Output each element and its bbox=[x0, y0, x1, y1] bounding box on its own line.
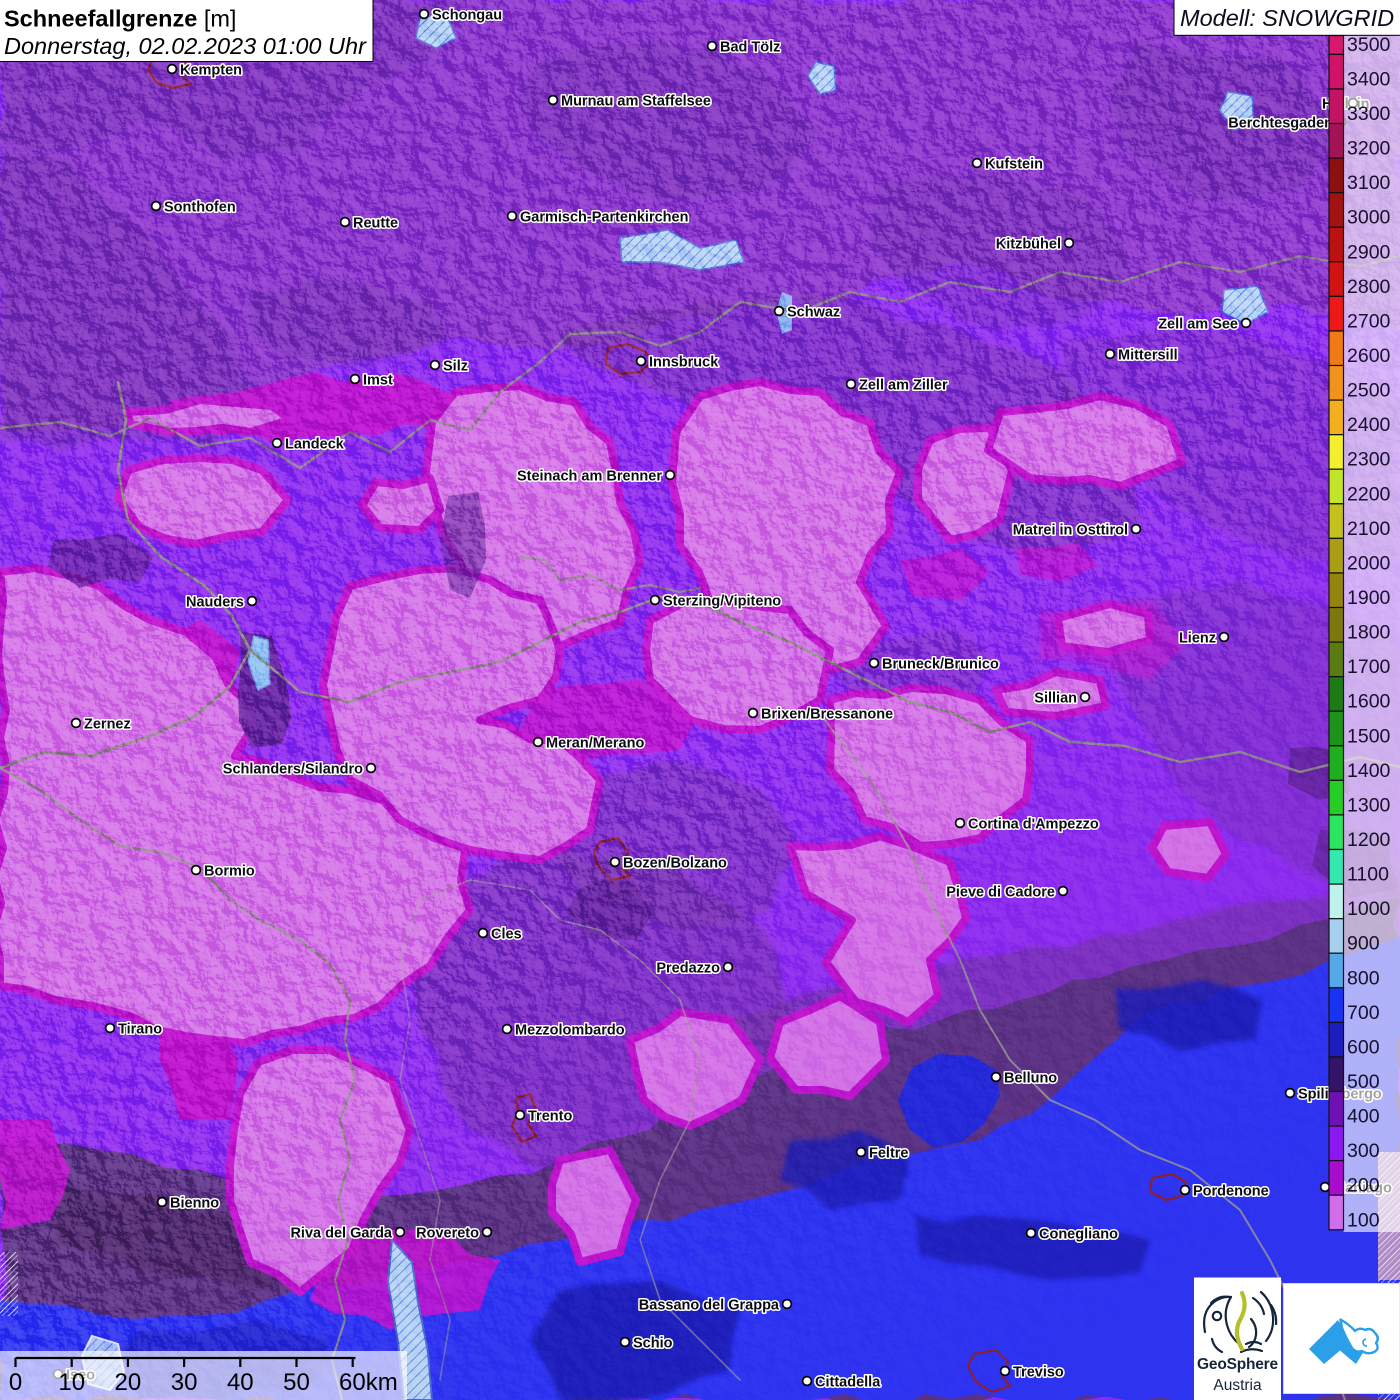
svg-text:Imst: Imst bbox=[363, 373, 393, 389]
svg-text:2200: 2200 bbox=[1347, 483, 1391, 505]
svg-text:Reutte: Reutte bbox=[353, 216, 398, 232]
svg-text:Bienno: Bienno bbox=[170, 1196, 219, 1212]
svg-text:100: 100 bbox=[1347, 1209, 1380, 1231]
svg-text:Schio: Schio bbox=[633, 1336, 673, 1352]
svg-text:Schongau: Schongau bbox=[432, 8, 502, 24]
svg-text:Zell am Ziller: Zell am Ziller bbox=[859, 378, 948, 394]
svg-text:Pieve di Cadore: Pieve di Cadore bbox=[946, 885, 1055, 901]
svg-text:2300: 2300 bbox=[1347, 449, 1391, 471]
svg-text:2600: 2600 bbox=[1347, 345, 1391, 367]
svg-text:Silz: Silz bbox=[443, 359, 468, 375]
svg-text:1000: 1000 bbox=[1347, 898, 1391, 920]
svg-text:Predazzo: Predazzo bbox=[656, 961, 720, 977]
svg-text:1500: 1500 bbox=[1347, 725, 1391, 747]
svg-text:Bozen/Bolzano: Bozen/Bolzano bbox=[623, 856, 727, 872]
svg-text:Sillian: Sillian bbox=[1034, 691, 1077, 707]
svg-text:Donnerstag, 02.02.2023 01:00 U: Donnerstag, 02.02.2023 01:00 Uhr bbox=[4, 33, 367, 59]
svg-text:3500: 3500 bbox=[1347, 34, 1391, 56]
svg-text:800: 800 bbox=[1347, 967, 1380, 989]
svg-text:Cittadella: Cittadella bbox=[815, 1375, 881, 1391]
svg-text:Cles: Cles bbox=[491, 927, 522, 943]
svg-text:Brixen/Bressanone: Brixen/Bressanone bbox=[761, 707, 893, 723]
svg-text:Mezzolombardo: Mezzolombardo bbox=[515, 1023, 625, 1039]
svg-text:Schlanders/Silandro: Schlanders/Silandro bbox=[223, 762, 363, 778]
svg-text:Murnau am Staffelsee: Murnau am Staffelsee bbox=[561, 94, 711, 110]
svg-text:3400: 3400 bbox=[1347, 69, 1391, 91]
svg-text:Sonthofen: Sonthofen bbox=[164, 200, 236, 216]
svg-text:Belluno: Belluno bbox=[1004, 1071, 1057, 1087]
svg-text:600: 600 bbox=[1347, 1036, 1380, 1058]
svg-text:1700: 1700 bbox=[1347, 656, 1391, 678]
svg-text:1300: 1300 bbox=[1347, 794, 1391, 816]
svg-text:3200: 3200 bbox=[1347, 138, 1391, 160]
svg-text:Kempten: Kempten bbox=[180, 63, 242, 79]
svg-text:2000: 2000 bbox=[1347, 553, 1391, 575]
svg-text:Conegliano: Conegliano bbox=[1039, 1227, 1118, 1243]
svg-text:400: 400 bbox=[1347, 1106, 1380, 1128]
svg-text:Kufstein: Kufstein bbox=[985, 157, 1043, 173]
svg-text:Rovereto: Rovereto bbox=[416, 1226, 479, 1242]
svg-text:3300: 3300 bbox=[1347, 103, 1391, 125]
svg-text:2500: 2500 bbox=[1347, 380, 1391, 402]
svg-text:Bassano del Grappa: Bassano del Grappa bbox=[639, 1298, 780, 1314]
svg-text:500: 500 bbox=[1347, 1071, 1380, 1093]
svg-text:Bormio: Bormio bbox=[204, 864, 255, 880]
svg-text:Treviso: Treviso bbox=[1013, 1365, 1064, 1381]
svg-text:10: 10 bbox=[58, 1369, 85, 1396]
svg-text:Steinach am Brenner: Steinach am Brenner bbox=[517, 469, 662, 485]
svg-text:30: 30 bbox=[171, 1369, 198, 1396]
svg-text:1900: 1900 bbox=[1347, 587, 1391, 609]
svg-text:1400: 1400 bbox=[1347, 760, 1391, 782]
svg-text:Berchtesgaden: Berchtesgaden bbox=[1228, 116, 1333, 132]
svg-text:Riva del Garda: Riva del Garda bbox=[290, 1226, 392, 1242]
svg-text:900: 900 bbox=[1347, 933, 1380, 955]
svg-text:Schwaz: Schwaz bbox=[787, 305, 840, 321]
svg-text:Garmisch-Partenkirchen: Garmisch-Partenkirchen bbox=[520, 210, 688, 226]
svg-text:Mittersill: Mittersill bbox=[1118, 348, 1178, 364]
svg-text:2800: 2800 bbox=[1347, 276, 1391, 298]
svg-text:Lienz: Lienz bbox=[1179, 631, 1216, 647]
svg-text:Austria: Austria bbox=[1213, 1377, 1262, 1394]
svg-text:Sterzing/Vipiteno: Sterzing/Vipiteno bbox=[663, 594, 781, 610]
svg-text:Bruneck/Brunico: Bruneck/Brunico bbox=[882, 657, 999, 673]
svg-text:50: 50 bbox=[283, 1369, 310, 1396]
svg-text:Cortina d'Ampezzo: Cortina d'Ampezzo bbox=[968, 817, 1099, 833]
svg-text:Nauders: Nauders bbox=[186, 595, 244, 611]
svg-text:3100: 3100 bbox=[1347, 172, 1391, 194]
svg-text:Zell am See: Zell am See bbox=[1158, 317, 1238, 333]
svg-text:Landeck: Landeck bbox=[285, 437, 345, 453]
svg-text:60km: 60km bbox=[339, 1369, 398, 1396]
svg-text:200: 200 bbox=[1347, 1175, 1380, 1197]
svg-text:Zernez: Zernez bbox=[84, 717, 131, 733]
svg-text:1600: 1600 bbox=[1347, 691, 1391, 713]
svg-text:2400: 2400 bbox=[1347, 414, 1391, 436]
svg-text:3000: 3000 bbox=[1347, 207, 1391, 229]
svg-text:Pordenone: Pordenone bbox=[1193, 1184, 1269, 1200]
svg-text:Matrei in Osttirol: Matrei in Osttirol bbox=[1013, 523, 1128, 539]
svg-text:Innsbruck: Innsbruck bbox=[649, 355, 719, 371]
svg-text:2700: 2700 bbox=[1347, 311, 1391, 333]
svg-text:40: 40 bbox=[227, 1369, 254, 1396]
svg-text:2100: 2100 bbox=[1347, 518, 1391, 540]
svg-text:700: 700 bbox=[1347, 1002, 1380, 1024]
svg-text:Modell: SNOWGRID: Modell: SNOWGRID bbox=[1180, 5, 1394, 31]
svg-text:GeoSphere: GeoSphere bbox=[1197, 1356, 1278, 1373]
svg-text:1100: 1100 bbox=[1347, 864, 1389, 886]
svg-text:0: 0 bbox=[9, 1369, 22, 1396]
svg-text:300: 300 bbox=[1347, 1140, 1380, 1162]
svg-text:20: 20 bbox=[115, 1369, 142, 1396]
svg-text:1200: 1200 bbox=[1347, 829, 1391, 851]
svg-text:Bad Tölz: Bad Tölz bbox=[720, 40, 780, 56]
svg-text:Meran/Merano: Meran/Merano bbox=[546, 736, 644, 752]
svg-text:Tirano: Tirano bbox=[118, 1022, 162, 1038]
svg-text:Kitzbühel: Kitzbühel bbox=[996, 237, 1061, 253]
svg-text:2900: 2900 bbox=[1347, 241, 1391, 263]
svg-text:Feltre: Feltre bbox=[869, 1146, 909, 1162]
svg-text:1800: 1800 bbox=[1347, 622, 1391, 644]
svg-text:Trento: Trento bbox=[528, 1109, 572, 1125]
svg-text:Schneefallgrenze [m]: Schneefallgrenze [m] bbox=[4, 6, 236, 32]
